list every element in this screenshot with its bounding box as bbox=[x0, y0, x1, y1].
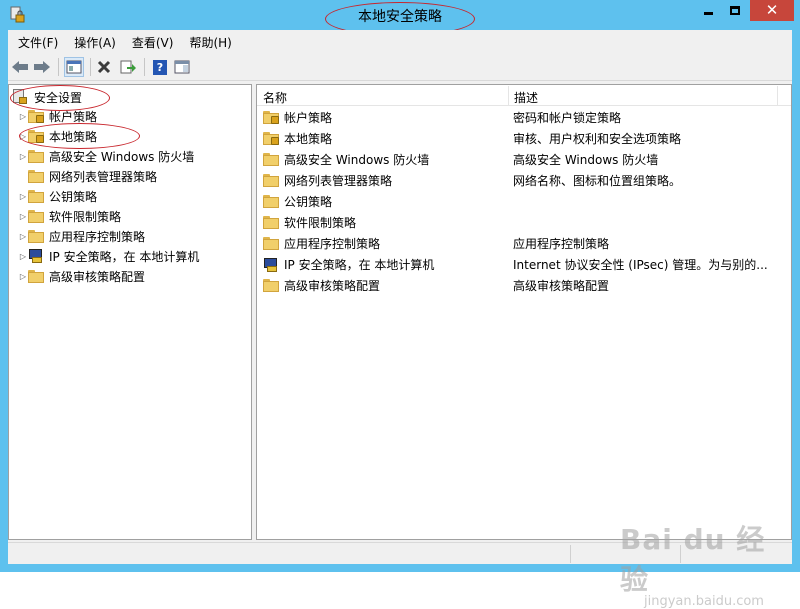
list-item-name: 高级审核策略配置 bbox=[284, 279, 381, 293]
folder-icon bbox=[263, 279, 279, 292]
list-item-description: 高级安全 Windows 防火墙 bbox=[513, 153, 659, 167]
maximize-button[interactable] bbox=[722, 0, 748, 21]
tree-pane[interactable]: 安全设置 ▷ 帐户策略 ▷ 本地策略 ▷ 高级安全 Windows 防火墙 网络… bbox=[8, 84, 252, 540]
expand-chevron-icon[interactable]: ▷ bbox=[18, 272, 28, 281]
expand-chevron-icon[interactable]: ▷ bbox=[18, 212, 28, 221]
list-header: 名称 描述 bbox=[257, 85, 791, 106]
properties-icon[interactable] bbox=[172, 57, 192, 77]
tree-item-label: 应用程序控制策略 bbox=[49, 229, 146, 244]
locked-folder-icon bbox=[263, 132, 279, 145]
minimize-button[interactable] bbox=[695, 0, 721, 21]
toolbar: ? bbox=[8, 53, 792, 81]
expand-chevron-icon[interactable]: ▷ bbox=[18, 252, 28, 261]
folder-icon bbox=[263, 195, 279, 208]
list-item-name: IP 安全策略，在 本地计算机 bbox=[284, 258, 435, 272]
forward-arrow-icon[interactable] bbox=[32, 57, 52, 77]
tree-item[interactable]: ▷ 高级审核策略配置 bbox=[18, 266, 145, 286]
list-row[interactable]: 本地策略 审核、用户权利和安全选项策略 bbox=[257, 128, 791, 149]
folder-icon bbox=[28, 229, 44, 243]
menu-view[interactable]: 查看(V) bbox=[122, 30, 180, 52]
list-item-name: 帐户策略 bbox=[284, 111, 333, 125]
watermark-url: jingyan.baidu.com bbox=[644, 594, 764, 609]
menu-action[interactable]: 操作(A) bbox=[64, 30, 122, 52]
ipsec-shield-icon bbox=[28, 248, 44, 264]
client-area: 文件(F) 操作(A) 查看(V) 帮助(H) ? 安全设置 ▷ 帐户策略 ▷ … bbox=[8, 30, 792, 609]
list-row[interactable]: 软件限制策略 bbox=[257, 212, 791, 233]
tree-item-label: 高级安全 Windows 防火墙 bbox=[49, 149, 195, 164]
tree-item[interactable]: ▷ 软件限制策略 bbox=[18, 206, 121, 226]
column-header-description[interactable]: 描述 bbox=[514, 89, 538, 106]
list-item-name: 网络列表管理器策略 bbox=[284, 174, 393, 188]
toolbar-separator bbox=[58, 58, 59, 76]
app-window: 本地安全策略 ✕ 文件(F) 操作(A) 查看(V) 帮助(H) ? 安全设置 … bbox=[0, 0, 800, 609]
tree-item[interactable]: ▷ 高级安全 Windows 防火墙 bbox=[18, 146, 194, 166]
menu-file[interactable]: 文件(F) bbox=[8, 30, 64, 52]
maximize-icon bbox=[730, 6, 740, 15]
list-item-name: 应用程序控制策略 bbox=[284, 237, 381, 251]
folder-icon bbox=[263, 153, 279, 166]
list-row[interactable]: IP 安全策略，在 本地计算机 Internet 协议安全性 (IPsec) 管… bbox=[257, 254, 791, 275]
help-icon[interactable]: ? bbox=[150, 57, 170, 77]
tree-item[interactable]: ▷ 公钥策略 bbox=[18, 186, 97, 206]
tree-item-label: IP 安全策略，在 本地计算机 bbox=[49, 249, 200, 264]
close-button[interactable]: ✕ bbox=[750, 0, 794, 21]
minimize-icon bbox=[703, 12, 713, 15]
expand-chevron-icon[interactable]: ▷ bbox=[18, 112, 28, 121]
watermark-logo: Bai du 经验 bbox=[620, 523, 766, 596]
tree-item-label: 帐户策略 bbox=[49, 109, 98, 124]
list-row[interactable]: 网络列表管理器策略 网络名称、图标和位置组策略。 bbox=[257, 170, 791, 191]
list-item-name: 软件限制策略 bbox=[284, 216, 357, 230]
list-item-name: 高级安全 Windows 防火墙 bbox=[284, 153, 430, 167]
expand-chevron-icon[interactable]: ▷ bbox=[18, 152, 28, 161]
expand-chevron-icon[interactable]: ▷ bbox=[18, 192, 28, 201]
list-item-description: 高级审核策略配置 bbox=[513, 279, 610, 293]
folder-icon bbox=[263, 174, 279, 187]
list-item-description: 密码和帐户锁定策略 bbox=[513, 111, 622, 125]
list-item-description: 网络名称、图标和位置组策略。 bbox=[513, 174, 682, 188]
tree-item-label: 高级审核策略配置 bbox=[49, 269, 146, 284]
watermark: Bai du 经验 jingyan.baidu.com bbox=[620, 518, 792, 609]
back-arrow-icon[interactable] bbox=[10, 57, 30, 77]
toolbar-separator bbox=[144, 58, 145, 76]
tree-item[interactable]: 网络列表管理器策略 bbox=[18, 166, 157, 186]
list-row[interactable]: 帐户策略 密码和帐户锁定策略 bbox=[257, 107, 791, 128]
list-row[interactable]: 高级审核策略配置 高级审核策略配置 bbox=[257, 275, 791, 296]
folder-icon bbox=[28, 189, 44, 203]
list-row[interactable]: 公钥策略 bbox=[257, 191, 791, 212]
delete-icon[interactable] bbox=[94, 57, 114, 77]
folder-icon bbox=[28, 169, 44, 183]
list-item-name: 本地策略 bbox=[284, 132, 333, 146]
tree-item-label: 软件限制策略 bbox=[49, 209, 122, 224]
folder-icon bbox=[28, 209, 44, 223]
menu-help[interactable]: 帮助(H) bbox=[179, 30, 237, 52]
locked-folder-icon bbox=[28, 109, 44, 123]
tree-item-label: 网络列表管理器策略 bbox=[49, 169, 158, 184]
column-divider[interactable] bbox=[777, 86, 778, 105]
locked-folder-icon bbox=[263, 111, 279, 124]
list-item-description: Internet 协议安全性 (IPsec) 管理。为与别的... bbox=[513, 258, 768, 272]
close-icon: ✕ bbox=[765, 1, 779, 19]
folder-icon bbox=[28, 269, 44, 283]
folder-icon bbox=[263, 237, 279, 250]
tree-item-label: 公钥策略 bbox=[49, 189, 98, 204]
list-item-description: 审核、用户权利和安全选项策略 bbox=[513, 132, 682, 146]
tree-item[interactable]: ▷ 应用程序控制策略 bbox=[18, 226, 145, 246]
column-divider[interactable] bbox=[508, 86, 509, 105]
expand-chevron-icon[interactable]: ▷ bbox=[18, 232, 28, 241]
list-item-description: 应用程序控制策略 bbox=[513, 237, 610, 251]
tree-item[interactable]: ▷ IP 安全策略，在 本地计算机 bbox=[18, 246, 199, 266]
export-list-icon[interactable] bbox=[118, 57, 138, 77]
list-row[interactable]: 高级安全 Windows 防火墙 高级安全 Windows 防火墙 bbox=[257, 149, 791, 170]
show-hide-tree-icon[interactable] bbox=[64, 57, 84, 77]
menu-bar: 文件(F) 操作(A) 查看(V) 帮助(H) bbox=[8, 30, 792, 52]
list-pane[interactable]: 名称 描述 帐户策略 密码和帐户锁定策略 本地策略 审核、用户权利和安全选项策略… bbox=[256, 84, 792, 540]
list-item-name: 公钥策略 bbox=[284, 195, 333, 209]
list-row[interactable]: 应用程序控制策略 应用程序控制策略 bbox=[257, 233, 791, 254]
folder-icon bbox=[263, 216, 279, 229]
toolbar-separator bbox=[90, 58, 91, 76]
column-header-name[interactable]: 名称 bbox=[263, 89, 287, 106]
title-bar[interactable]: 本地安全策略 ✕ bbox=[0, 0, 800, 36]
folder-icon bbox=[28, 149, 44, 163]
ipsec-shield-icon bbox=[263, 257, 279, 273]
